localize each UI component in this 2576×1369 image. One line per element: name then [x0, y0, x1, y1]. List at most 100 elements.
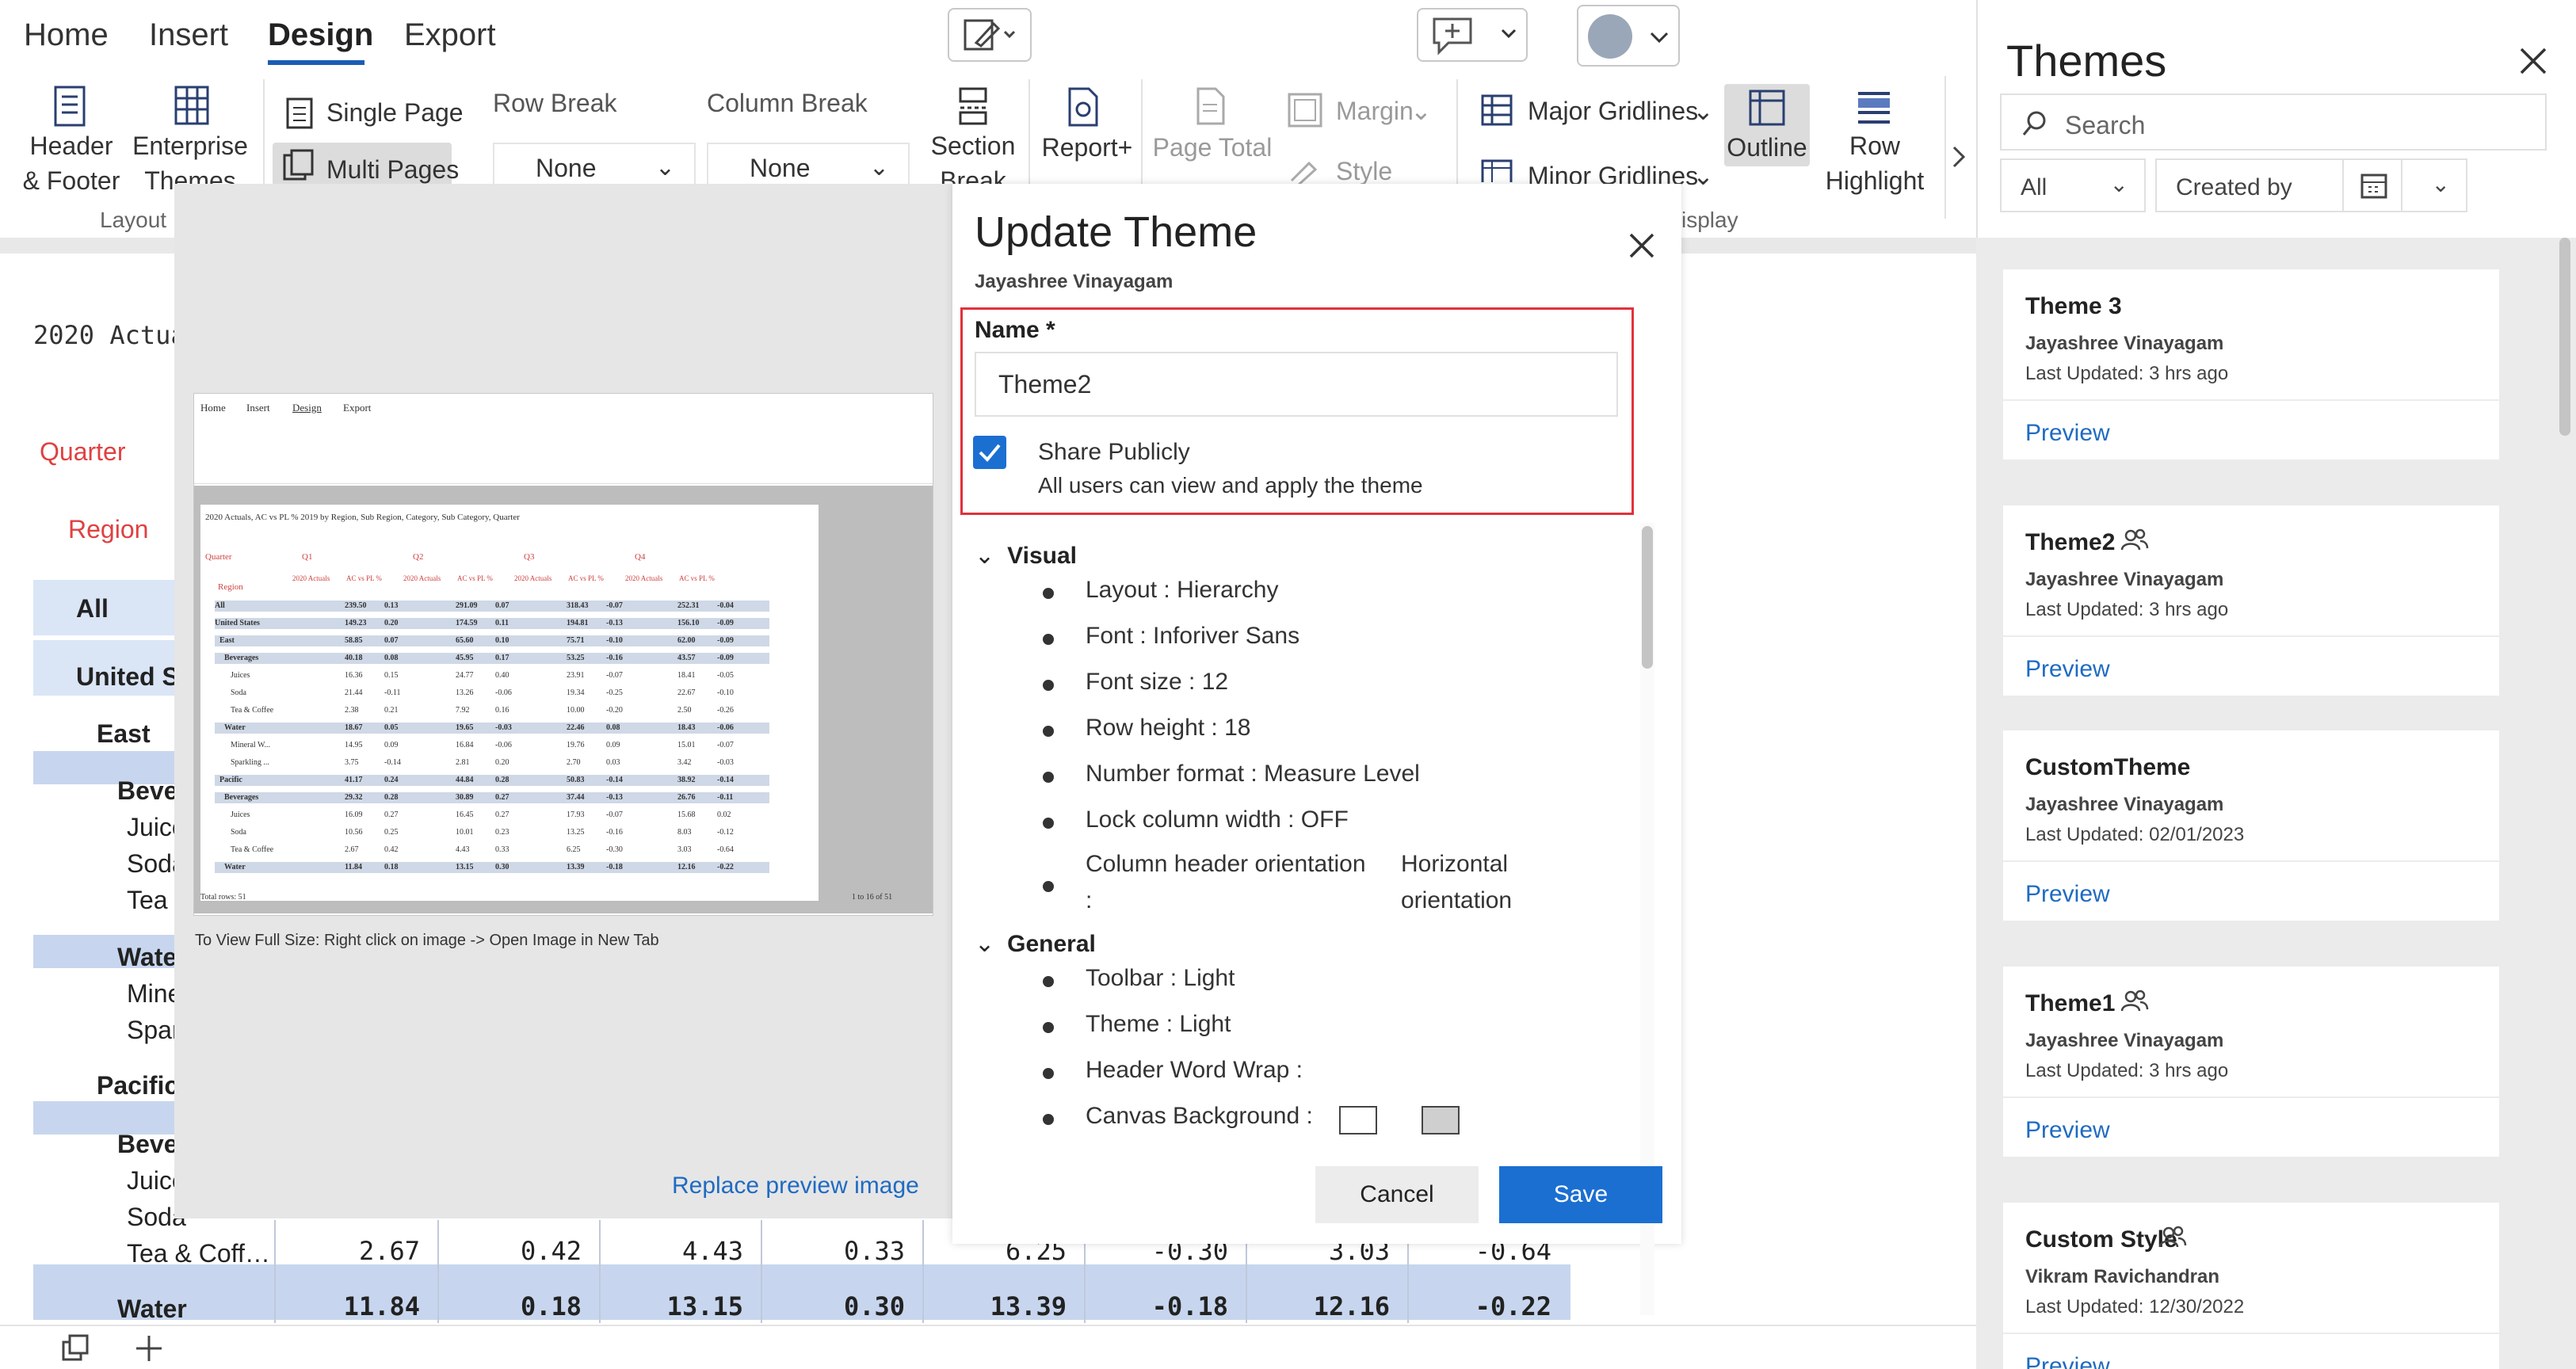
mini-cell: 239.50 — [345, 601, 367, 610]
column-break-label: Column Break — [707, 89, 868, 117]
mini-ribbon — [194, 418, 933, 484]
avatar — [1588, 14, 1632, 59]
theme-card[interactable]: Theme 3 Jayashree Vinayagam Last Updated… — [2003, 269, 2499, 460]
comment-dropdown[interactable] — [1417, 8, 1528, 62]
mini-cell: 18.43 — [677, 723, 696, 732]
mini-cell: 40.18 — [345, 654, 363, 662]
mini-cell: 15.01 — [677, 741, 696, 749]
shared-users-icon — [2120, 528, 2149, 551]
canvas-background-swatch-grey[interactable] — [1422, 1106, 1460, 1134]
update-theme-dialog: Update Theme Jayashree Vinayagam Name * … — [952, 184, 1681, 1315]
tab-home[interactable]: Home — [24, 17, 109, 53]
outline-button[interactable]: Outline — [1716, 130, 1818, 165]
chevron-right-icon[interactable] — [1948, 143, 1971, 174]
general-section-toggle[interactable]: ⌄ General — [975, 930, 1096, 958]
bullet — [1043, 1068, 1054, 1079]
tab-insert[interactable]: Insert — [149, 17, 228, 53]
mini-cell: 0.25 — [384, 828, 399, 837]
mini-cell: 16.84 — [456, 741, 474, 749]
row-label: Tea & Coff… — [127, 1239, 270, 1268]
add-page-icon[interactable] — [133, 1333, 165, 1364]
cell-value: 2.67 — [358, 1236, 420, 1266]
chevron-down-icon: ⌄ — [975, 931, 995, 957]
visual-prop: Row height : 18 — [1086, 715, 1251, 741]
close-icon[interactable] — [1626, 230, 1658, 261]
mini-col-header: AC vs PL % — [346, 574, 382, 582]
share-publicly-checkbox[interactable] — [973, 436, 1006, 469]
mini-col-header: 2020 Actuals — [514, 574, 552, 582]
mini-col-header: AC vs PL % — [457, 574, 493, 582]
theme-preview-link[interactable]: Preview — [2025, 1117, 2110, 1144]
filter-all-value: All — [2021, 174, 2047, 200]
margin-button[interactable]: Margin — [1336, 93, 1414, 128]
row-highlight-button[interactable]: Row Highlight — [1819, 128, 1930, 198]
theme-name-input[interactable] — [975, 352, 1618, 417]
user-menu[interactable] — [1577, 5, 1680, 67]
mini-cell: 2.70 — [567, 758, 581, 767]
mini-cell: 0.10 — [495, 636, 509, 645]
replace-preview-link[interactable]: Replace preview image — [672, 1173, 919, 1199]
mini-cell: -0.22 — [717, 863, 734, 871]
theme-card[interactable]: Custom Style Vikram Ravichandran Last Up… — [2003, 1203, 2499, 1369]
filter-created-by-value: Created by — [2176, 174, 2292, 200]
theme-card[interactable]: Theme1 Jayashree Vinayagam Last Updated:… — [2003, 967, 2499, 1157]
theme-card-author: Jayashree Vinayagam — [2025, 333, 2224, 354]
cell-value: 11.84 — [343, 1291, 420, 1321]
theme-preview-link[interactable]: Preview — [2025, 420, 2110, 447]
page-total-button[interactable]: Page Total — [1149, 130, 1276, 165]
theme-search-input[interactable]: Search — [2000, 93, 2547, 151]
mini-cell: 0.28 — [384, 793, 399, 802]
general-prop: Theme : Light — [1086, 1011, 1231, 1037]
theme-card-name: Theme2 — [2025, 529, 2116, 555]
mini-cell: 45.95 — [456, 654, 474, 662]
mini-cell: 252.31 — [677, 601, 700, 610]
report-plus-button[interactable]: Report+ — [1038, 130, 1136, 165]
mini-cell: 29.32 — [345, 793, 363, 802]
mini-cell: 0.28 — [495, 776, 509, 784]
close-icon[interactable] — [2517, 44, 2550, 78]
canvas-background-swatch-white[interactable] — [1339, 1106, 1377, 1134]
major-gridlines-icon — [1481, 94, 1513, 126]
tab-export[interactable]: Export — [404, 17, 496, 53]
dialog-scrollbar-thumb[interactable] — [1642, 526, 1653, 669]
mini-cell: 0.07 — [495, 601, 509, 610]
theme-card-author: Vikram Ravichandran — [2025, 1266, 2220, 1287]
filter-created-by-select[interactable]: Created by ⌄ — [2155, 158, 2467, 212]
mini-cell: 0.11 — [495, 619, 509, 627]
themes-scrollbar-thumb[interactable] — [2559, 238, 2570, 436]
mini-row-label: Pacific — [219, 776, 242, 784]
mini-cell: 15.68 — [677, 810, 696, 819]
visual-section-toggle[interactable]: ⌄ Visual — [975, 542, 1077, 570]
theme-card-updated: Last Updated: 12/30/2022 — [2025, 1296, 2245, 1318]
row-label: United St — [76, 662, 188, 691]
date-filter-button[interactable] — [2342, 158, 2402, 212]
cancel-button[interactable]: Cancel — [1315, 1166, 1479, 1223]
mini-row-label: Juices — [231, 810, 250, 819]
mini-cell: 0.05 — [384, 723, 399, 732]
theme-preview-link[interactable]: Preview — [2025, 881, 2110, 908]
chevron-down-icon: ⌄ — [868, 154, 889, 181]
edit-mode-button[interactable] — [948, 8, 1032, 62]
header-footer-button[interactable]: Header & Footer — [16, 128, 127, 198]
filter-all-select[interactable]: All ⌄ — [2000, 158, 2146, 212]
major-gridlines-button[interactable]: Major Gridlines — [1528, 93, 1698, 128]
tab-design[interactable]: Design — [268, 17, 373, 53]
theme-card-name: CustomTheme — [2025, 754, 2191, 780]
theme-card[interactable]: Theme2 Jayashree Vinayagam Last Updated:… — [2003, 505, 2499, 696]
theme-card[interactable]: CustomTheme Jayashree Vinayagam Last Upd… — [2003, 730, 2499, 921]
pages-icon[interactable] — [60, 1333, 92, 1364]
column-orientation-colon: : — [1086, 887, 1093, 913]
theme-card-updated: Last Updated: 3 hrs ago — [2025, 1060, 2229, 1081]
mini-row-label: All — [215, 601, 225, 610]
enterprise-themes-label-1: Enterprise — [132, 132, 248, 160]
multi-pages-button[interactable]: Multi Pages — [326, 152, 459, 187]
theme-preview-link[interactable]: Preview — [2025, 1353, 2110, 1369]
mini-cell: -0.10 — [606, 636, 623, 645]
save-button[interactable]: Save — [1499, 1166, 1662, 1223]
single-page-button[interactable]: Single Page — [326, 95, 464, 130]
row-label: Water — [117, 1295, 187, 1323]
row-label: Tea — [127, 886, 168, 914]
theme-preview-link[interactable]: Preview — [2025, 656, 2110, 683]
mini-cell: 3.42 — [677, 758, 692, 767]
mini-cell: 10.01 — [456, 828, 474, 837]
